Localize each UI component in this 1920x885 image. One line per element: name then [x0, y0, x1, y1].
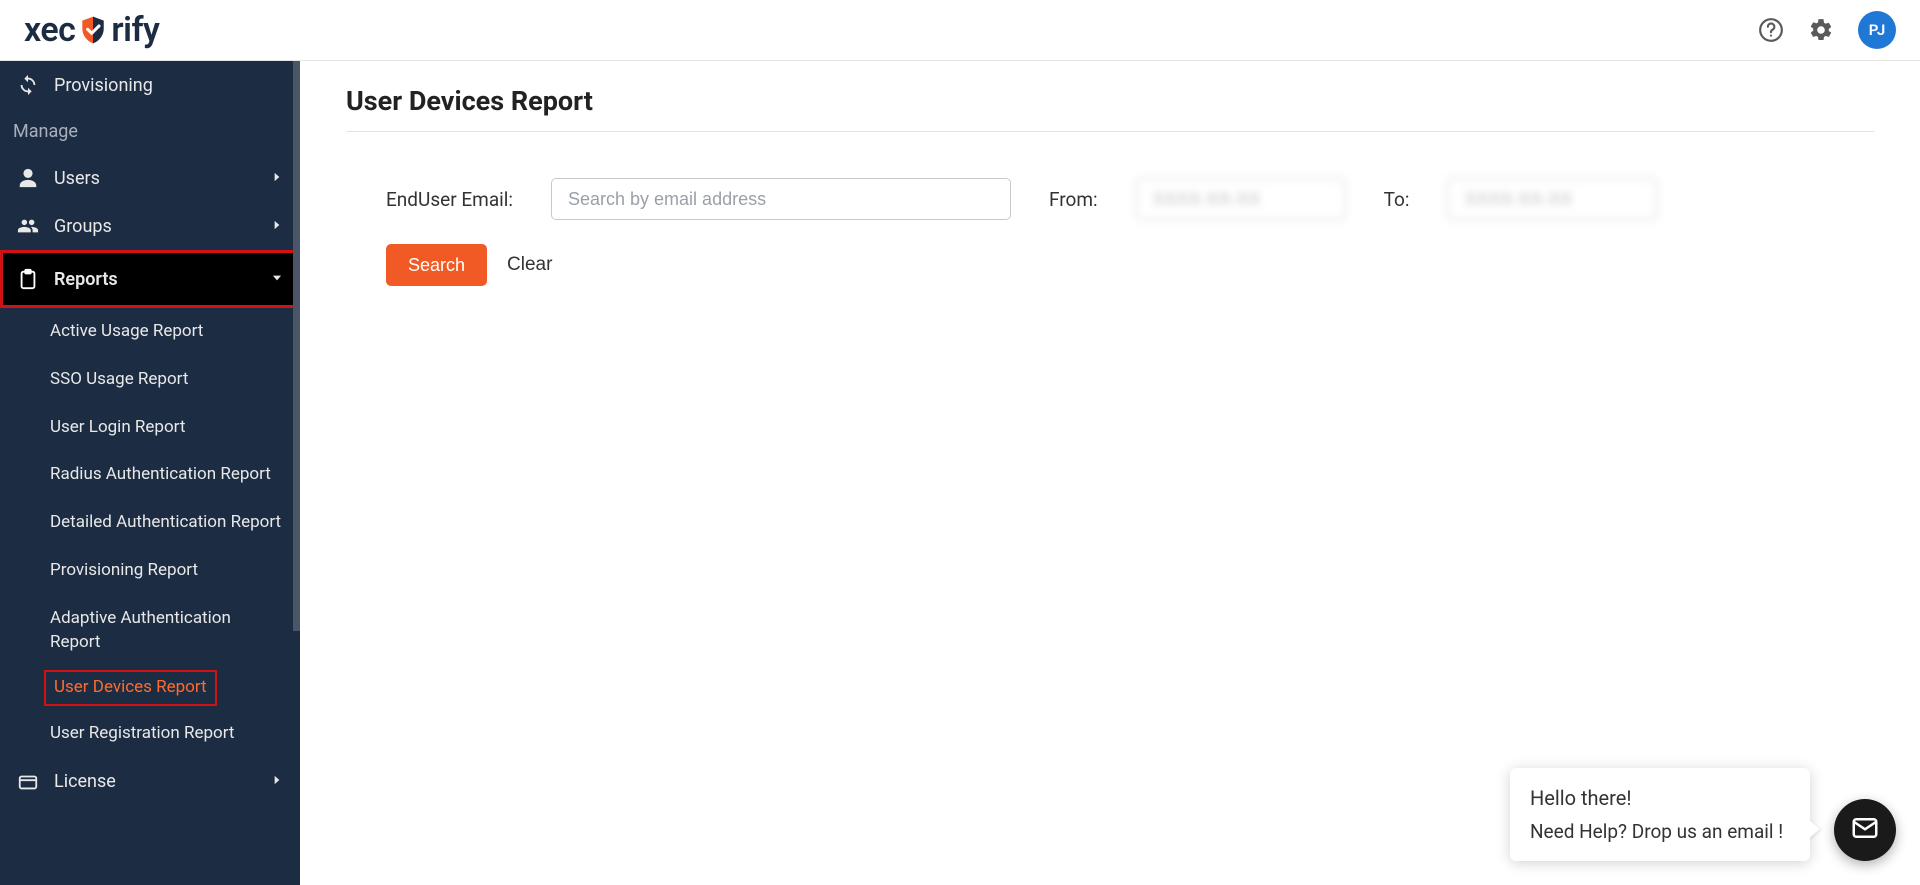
sync-icon — [16, 74, 40, 96]
chevron-right-icon — [270, 168, 284, 189]
sidebar-subitem-provisioning-report[interactable]: Provisioning Report — [0, 547, 300, 595]
filter-actions: Search Clear — [346, 244, 1874, 286]
to-label: To: — [1384, 188, 1410, 211]
sidebar-subitem-sso-usage[interactable]: SSO Usage Report — [0, 356, 300, 404]
clipboard-icon — [16, 268, 40, 290]
sidebar-subitem-radius-auth[interactable]: Radius Authentication Report — [0, 451, 300, 499]
sidebar-subitem-active-usage[interactable]: Active Usage Report — [0, 308, 300, 356]
chevron-right-icon — [270, 216, 284, 237]
users-icon — [16, 215, 40, 237]
gear-icon[interactable] — [1808, 17, 1834, 43]
logo-text-post: rify — [111, 10, 159, 50]
search-button[interactable]: Search — [386, 244, 487, 286]
chat-help-text: Need Help? Drop us an email ! — [1530, 820, 1790, 843]
to-date-input[interactable] — [1447, 178, 1657, 220]
from-label: From: — [1049, 188, 1098, 211]
chevron-right-icon — [270, 771, 284, 792]
sidebar-item-license[interactable]: License — [0, 758, 300, 806]
sidebar-item-label: Provisioning — [54, 75, 153, 96]
app-header: xec rify PJ — [0, 0, 1920, 61]
sidebar-subitem-user-registration[interactable]: User Registration Report — [0, 710, 300, 758]
from-date-input[interactable] — [1136, 178, 1346, 220]
user-avatar[interactable]: PJ — [1858, 11, 1896, 49]
sidebar: Provisioning Manage Users Groups — [0, 61, 300, 885]
sidebar-subitem-detailed-auth[interactable]: Detailed Authentication Report — [0, 499, 300, 547]
avatar-initials: PJ — [1869, 21, 1886, 39]
email-input[interactable] — [551, 178, 1011, 220]
sidebar-item-label: Groups — [54, 216, 112, 237]
filter-row: EndUser Email: From: To: — [346, 178, 1874, 220]
logo[interactable]: xec rify — [24, 10, 159, 50]
sidebar-subitem-user-devices[interactable]: User Devices Report — [0, 666, 300, 710]
card-icon — [16, 771, 40, 793]
sidebar-item-provisioning[interactable]: Provisioning — [0, 61, 300, 109]
sidebar-item-users[interactable]: Users — [0, 154, 300, 202]
user-icon — [16, 167, 40, 189]
sidebar-item-groups[interactable]: Groups — [0, 202, 300, 250]
sidebar-subitem-adaptive-auth[interactable]: Adaptive Authentication Report — [0, 595, 300, 667]
help-icon[interactable] — [1758, 17, 1784, 43]
sidebar-item-label: Users — [54, 168, 100, 189]
logo-text-pre: xec — [24, 10, 75, 50]
sidebar-item-label: Reports — [54, 269, 118, 290]
clear-button[interactable]: Clear — [507, 254, 552, 276]
chevron-down-icon — [270, 269, 284, 290]
sidebar-scrollbar[interactable] — [293, 61, 300, 631]
header-actions: PJ — [1758, 11, 1896, 49]
chat-fab[interactable] — [1834, 799, 1896, 861]
sidebar-subitem-user-login[interactable]: User Login Report — [0, 404, 300, 452]
chat-greeting: Hello there! — [1530, 786, 1790, 810]
shield-check-icon — [77, 14, 109, 46]
email-label: EndUser Email: — [386, 188, 513, 211]
mail-icon — [1850, 813, 1880, 847]
main-content: User Devices Report EndUser Email: From:… — [300, 61, 1920, 885]
sidebar-section-manage: Manage — [0, 109, 300, 154]
chat-tooltip: Hello there! Need Help? Drop us an email… — [1510, 768, 1810, 861]
sidebar-item-label: License — [54, 771, 116, 792]
page-title: User Devices Report — [346, 85, 1874, 132]
sidebar-item-reports[interactable]: Reports — [0, 250, 300, 308]
